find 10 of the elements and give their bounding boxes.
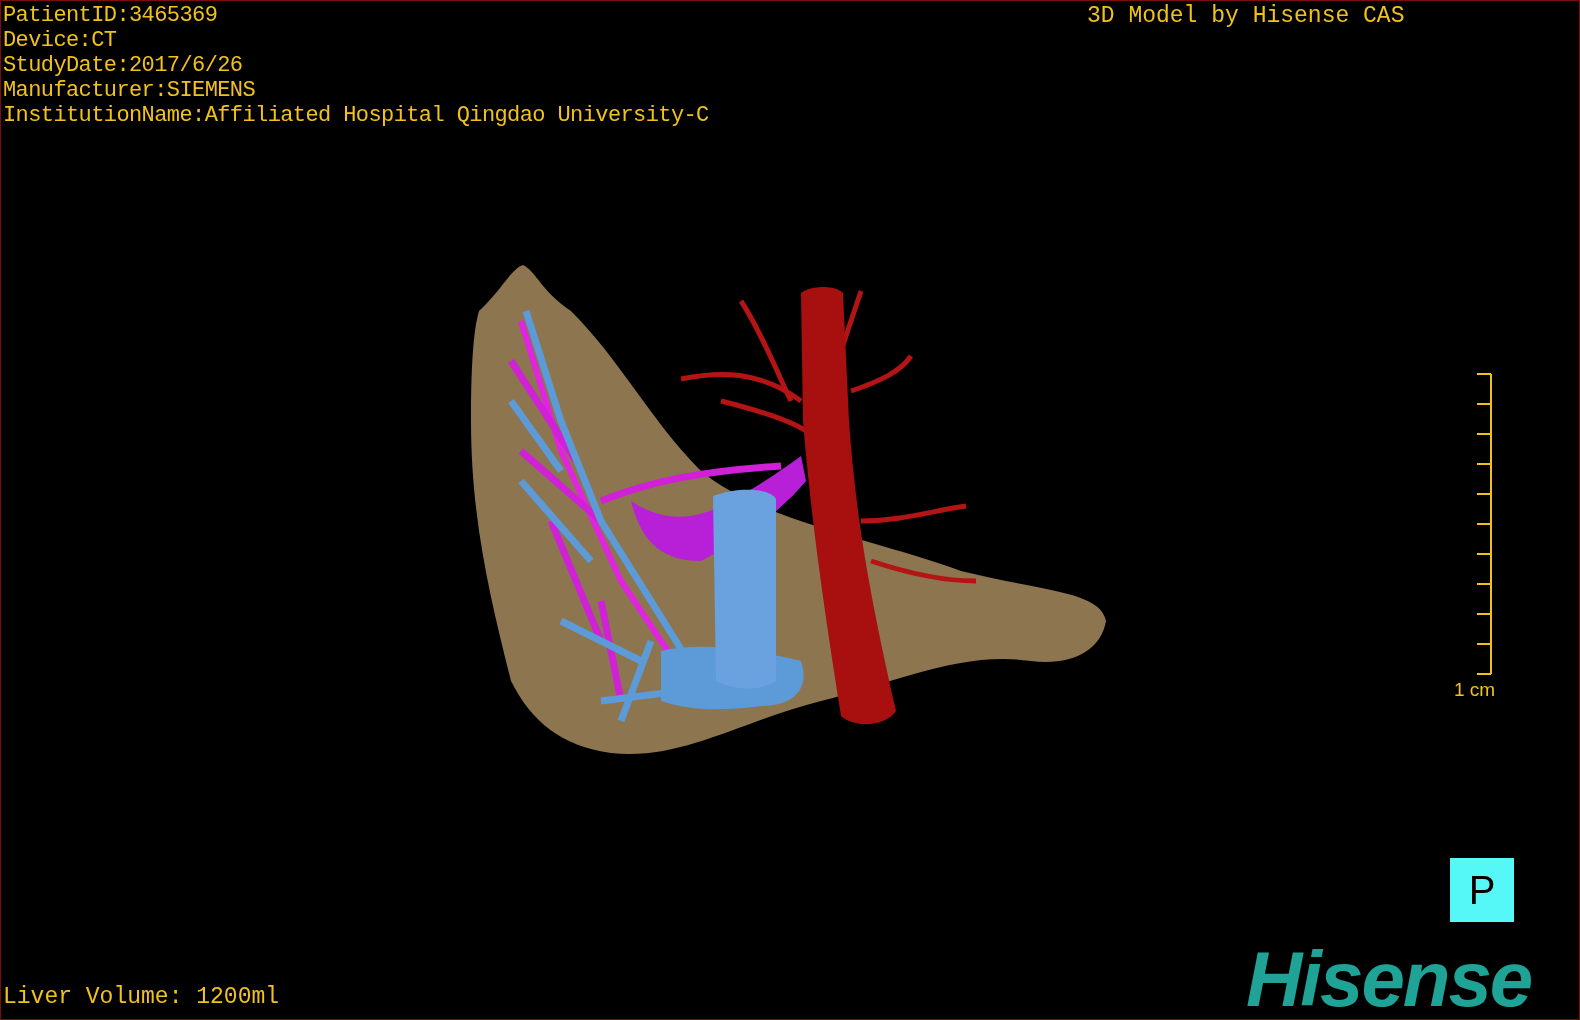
- liver-volume-text: Liver Volume: 1200ml: [3, 985, 280, 1010]
- brand-logo: Hisense: [1246, 939, 1532, 1019]
- study-info-text: Device:CT: [3, 28, 118, 53]
- study-info-text: StudyDate:2017/6/26: [3, 53, 244, 78]
- study-info-text: PatientID:3465369: [3, 3, 219, 28]
- study-info-text: InstitutionName:Affiliated Hospital Qingdao University-C: [3, 103, 709, 128]
- scale-label: 1 cm: [1454, 679, 1496, 701]
- study-info-text: Manufacturer:SIEMENS: [3, 78, 257, 103]
- model-credit-text: 3D Model by Hisense CAS: [1087, 4, 1405, 29]
- view-orientation-button[interactable]: P: [1450, 858, 1514, 922]
